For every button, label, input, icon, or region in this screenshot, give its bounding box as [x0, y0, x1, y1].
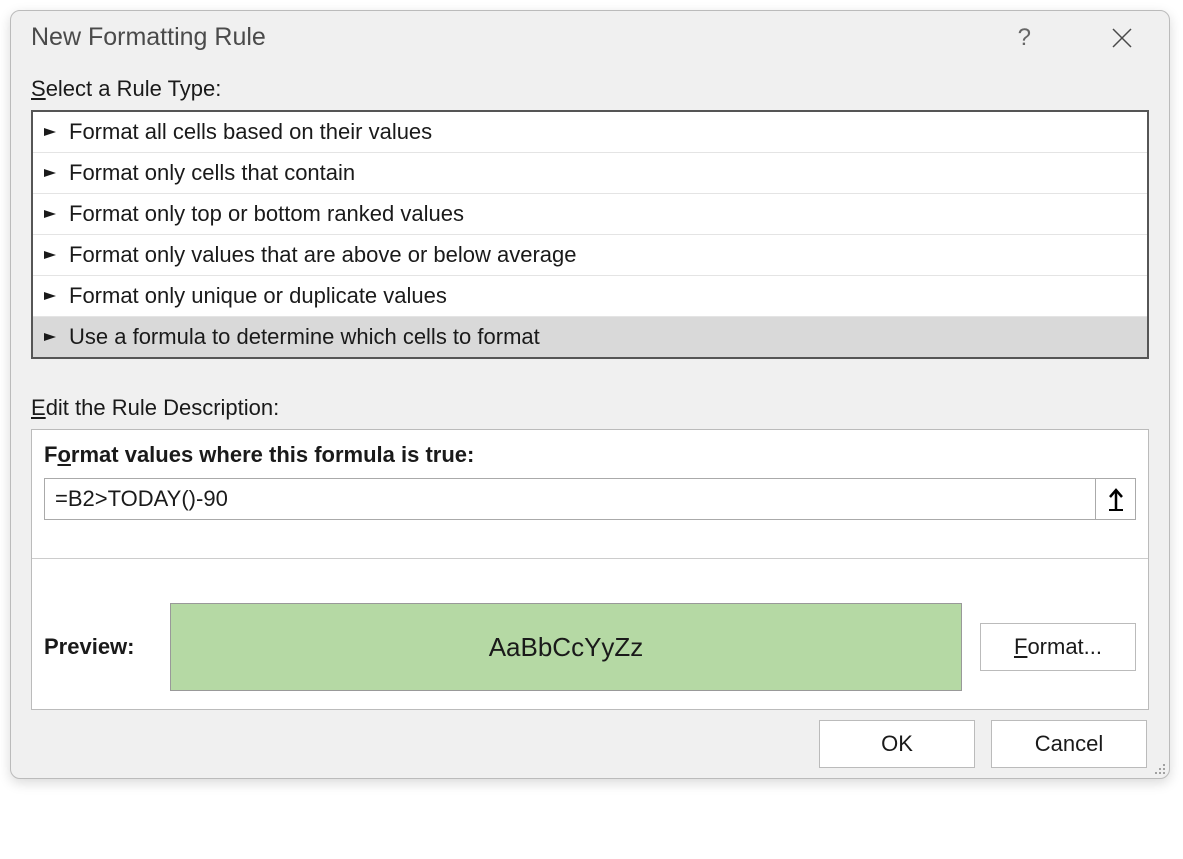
rule-type-label: Format only cells that contain — [69, 160, 355, 186]
resize-grip-icon[interactable] — [1152, 761, 1166, 775]
rule-type-label: Format all cells based on their values — [69, 119, 432, 145]
help-icon[interactable]: ? — [1018, 24, 1031, 52]
rule-type-item[interactable]: Format only top or bottom ranked values — [33, 194, 1147, 235]
bullet-icon — [43, 331, 57, 343]
edit-description-section: Edit the Rule Description: Format values… — [11, 389, 1169, 710]
rule-type-label: Use a formula to determine which cells t… — [69, 324, 540, 350]
ok-button[interactable]: OK — [819, 720, 975, 768]
preview-label: Preview: — [44, 634, 152, 660]
rule-type-label: Format only values that are above or bel… — [69, 242, 577, 268]
formula-label: Format values where this formula is true… — [44, 442, 1136, 468]
edit-description-label: Edit the Rule Description: — [11, 389, 1169, 429]
format-button[interactable]: Format... — [980, 623, 1136, 671]
select-rule-type-label: Select a Rule Type: — [11, 70, 1169, 110]
formula-input[interactable] — [45, 479, 1095, 519]
rule-type-label: Format only unique or duplicate values — [69, 283, 447, 309]
bullet-icon — [43, 167, 57, 179]
rule-type-item[interactable]: Format only cells that contain — [33, 153, 1147, 194]
bullet-icon — [43, 208, 57, 220]
preview-row: Preview: AaBbCcYyZz Format... — [44, 603, 1136, 691]
dialog-title: New Formatting Rule — [31, 23, 1018, 52]
preview-sample-text: AaBbCcYyZz — [489, 632, 644, 663]
rule-type-item[interactable]: Use a formula to determine which cells t… — [33, 317, 1147, 357]
rule-type-item[interactable]: Format all cells based on their values — [33, 112, 1147, 153]
divider — [32, 558, 1148, 559]
dialog-header: New Formatting Rule ? — [11, 11, 1169, 70]
new-formatting-rule-dialog: New Formatting Rule ? Select a Rule Type… — [10, 10, 1170, 779]
bullet-icon — [43, 290, 57, 302]
bullet-icon — [43, 126, 57, 138]
rule-type-item[interactable]: Format only values that are above or bel… — [33, 235, 1147, 276]
close-icon[interactable] — [1111, 27, 1133, 49]
rule-type-item[interactable]: Format only unique or duplicate values — [33, 276, 1147, 317]
cancel-button[interactable]: Cancel — [991, 720, 1147, 768]
collapse-dialog-button[interactable] — [1095, 479, 1135, 519]
bullet-icon — [43, 249, 57, 261]
rule-type-label: Format only top or bottom ranked values — [69, 201, 464, 227]
formula-input-row — [44, 478, 1136, 520]
description-box: Format values where this formula is true… — [31, 429, 1149, 710]
preview-box: AaBbCcYyZz — [170, 603, 962, 691]
dialog-footer: OK Cancel — [11, 710, 1169, 768]
rule-type-list[interactable]: Format all cells based on their values F… — [31, 110, 1149, 359]
